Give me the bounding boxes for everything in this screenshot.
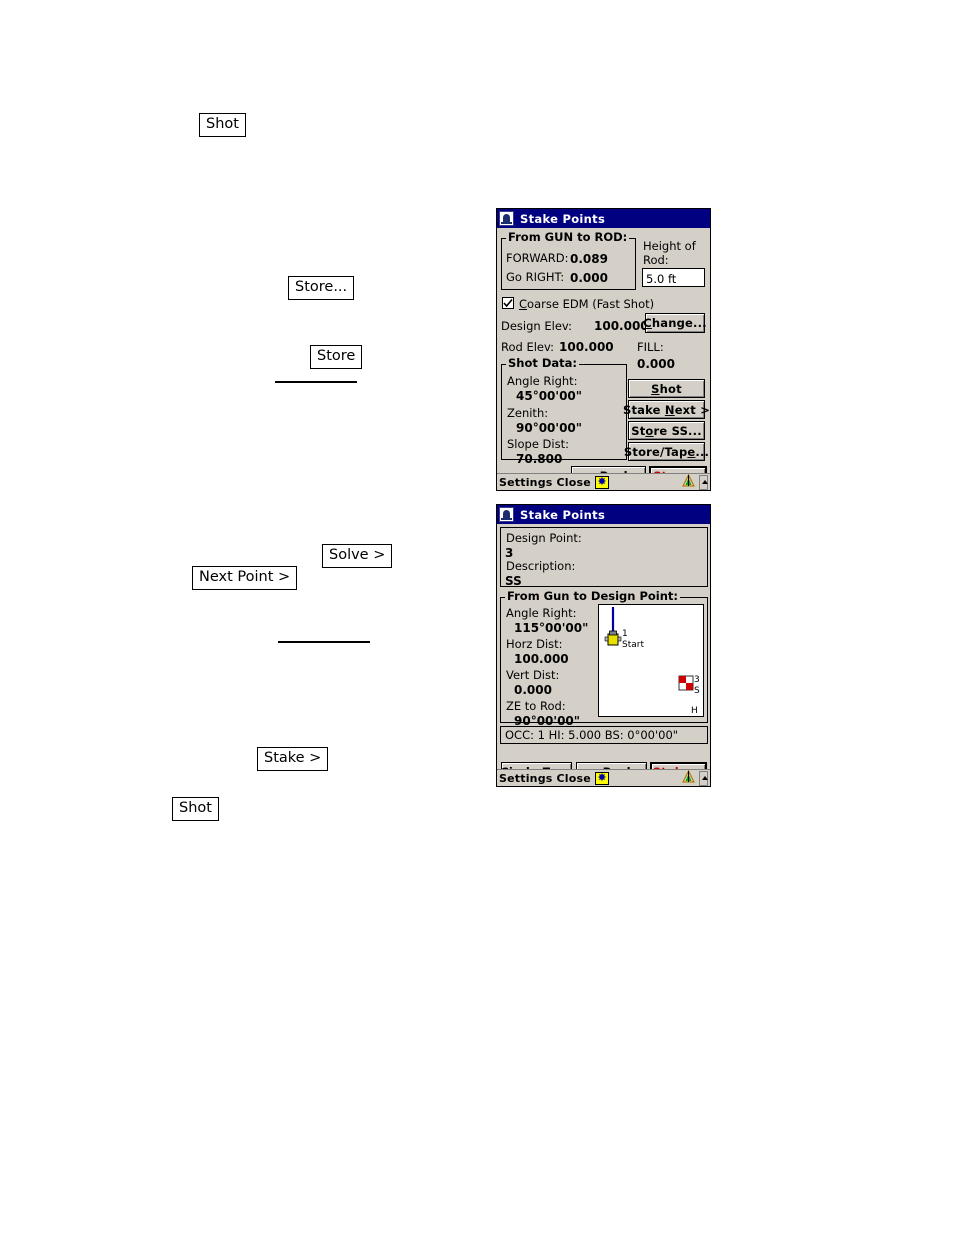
forward-value: 0.089 [570,252,608,266]
inline-label-shot-2[interactable]: Shot [172,797,219,821]
horz-dist-label: Horz Dist: [506,637,563,651]
fill-value: 0.000 [637,357,675,371]
stakeout-map-panel[interactable]: 1 Start 3 S H [598,604,704,717]
shot-button-label: Shot [651,381,682,396]
checkmark-icon [503,298,513,308]
zenith-label: Zenith: [507,406,549,420]
stake-points-window-1: Stake Points From GUN to ROD: FORWARD: 0… [496,208,711,491]
map-instrument-sublabel: Start [622,640,644,650]
taskbar-1: Settings Close [497,473,710,490]
go-right-value: 0.000 [570,271,608,285]
stake-points-icon [499,211,514,226]
angle-right-value: 45°00'00" [516,389,583,403]
store-ss-button-label: Store SS... [631,423,702,438]
map-instrument-label: 1 [622,629,628,639]
shot-data-group: Shot Data: Angle Right: 45°00'00" Zenith… [501,357,627,465]
stake-points-window-2: Stake Points Design Point: 3 Description… [496,504,711,787]
scroll-up-icon[interactable] [699,474,708,490]
stake-points-icon [499,507,514,522]
height-of-rod-value: 5.0 ft [646,272,677,286]
angle-right-value-2: 115°00'00" [514,621,589,635]
stake-next-button[interactable]: Stake Next > [623,400,710,419]
angle-right-label-2: Angle Right: [506,606,577,620]
design-point-info-box: Design Point: 3 Description: SS [500,527,708,587]
redaction-rule-upper [275,381,357,383]
dialog2-client: Design Point: 3 Description: SS From Gun… [497,524,710,781]
window-title: Stake Points [520,211,606,226]
slope-dist-value: 70.800 [516,452,563,466]
scroll-up-icon[interactable] [699,770,708,786]
survey-tripod-icon[interactable] [681,769,696,788]
go-right-label: Go RIGHT: [506,270,565,284]
survey-target-icon [678,675,694,691]
rod-elev-value: 100.000 [559,340,614,354]
map-graphic: 1 Start 3 S H [604,607,700,716]
taskbar-2: Settings Close [497,769,710,786]
from-gun-to-rod-group: From GUN to ROD: FORWARD: 0.089 Go RIGHT… [501,231,636,290]
slope-dist-label: Slope Dist: [507,437,569,451]
map-target-sublabel: S [694,686,700,696]
close-menu-2[interactable]: Close [557,772,591,785]
store-tape-button[interactable]: Store/Tape... [624,442,709,461]
shot-data-legend: Shot Data: [506,356,580,370]
height-of-rod-input[interactable]: 5.0 ft [642,268,705,287]
window-title-2: Stake Points [520,507,606,522]
titlebar-1: Stake Points [497,209,710,228]
coarse-edm-label: Coarse EDM (Fast Shot) [519,297,655,311]
horz-dist-value: 100.000 [514,652,569,666]
inline-label-solve[interactable]: Solve > [322,544,393,568]
from-gun-to-design-point-group: From Gun to Design Point: Angle Right: 1… [500,590,708,727]
vert-dist-label: Vert Dist: [506,668,560,682]
close-menu-1[interactable]: Close [557,476,591,489]
redaction-rule-lower [278,641,370,643]
map-corner-label: H [691,706,698,716]
angle-right-label: Angle Right: [507,374,578,388]
star-icon[interactable] [594,475,609,489]
vert-dist-value: 0.000 [514,683,552,697]
description-label: Description: [506,559,576,573]
settings-menu-2[interactable]: Settings [499,772,553,785]
from-gun-to-design-point-legend: From Gun to Design Point: [505,589,681,603]
from-gun-to-rod-legend: From GUN to ROD: [506,230,630,244]
height-of-rod-label-1: Height of [643,239,696,253]
design-point-value: 3 [505,546,514,560]
stake-next-button-label: Stake Next > [622,402,711,417]
inline-label-store-1[interactable]: Store [310,345,363,369]
star-icon[interactable] [594,771,609,785]
store-ss-button[interactable]: Store SS... [628,421,705,440]
description-value: SS [505,574,522,588]
settings-menu-1[interactable]: Settings [499,476,553,489]
total-station-icon [604,630,622,646]
dialog1-client: From GUN to ROD: FORWARD: 0.089 Go RIGHT… [497,228,710,485]
design-point-label: Design Point: [506,531,582,545]
design-elev-label: Design Elev: [501,319,572,333]
change-button-label: Change... [643,316,707,330]
zenith-value: 90°00'00" [516,421,583,435]
survey-tripod-icon[interactable] [681,473,696,492]
coarse-edm-checkbox[interactable] [502,297,514,309]
store-tape-button-label: Store/Tape... [623,444,710,459]
change-button[interactable]: Change... [643,313,707,333]
coarse-edm-accel: C [519,297,528,311]
inline-label-stake[interactable]: Stake > [257,747,329,771]
shot-button[interactable]: Shot [628,379,705,398]
titlebar-2: Stake Points [497,505,710,524]
rod-elev-label: Rod Elev: [501,340,555,354]
coarse-edm-label-rest: oarse EDM (Fast Shot) [527,297,655,311]
inline-label-shot-1[interactable]: Shot [199,113,246,137]
fill-label: FILL: [637,340,664,354]
height-of-rod-label-2: Rod: [643,253,669,267]
design-elev-value: 100.000 [594,319,649,333]
occupation-status-text: OCC: 1 HI: 5.000 BS: 0°00'00" [505,728,679,742]
occupation-status-line: OCC: 1 HI: 5.000 BS: 0°00'00" [500,726,708,744]
ze-to-rod-label: ZE to Rod: [506,699,566,713]
inline-label-next-point[interactable]: Next Point > [192,566,298,590]
forward-label: FORWARD: [506,251,569,265]
inline-label-store-ellipsis[interactable]: Store... [288,276,355,300]
map-target-label: 3 [694,675,700,685]
